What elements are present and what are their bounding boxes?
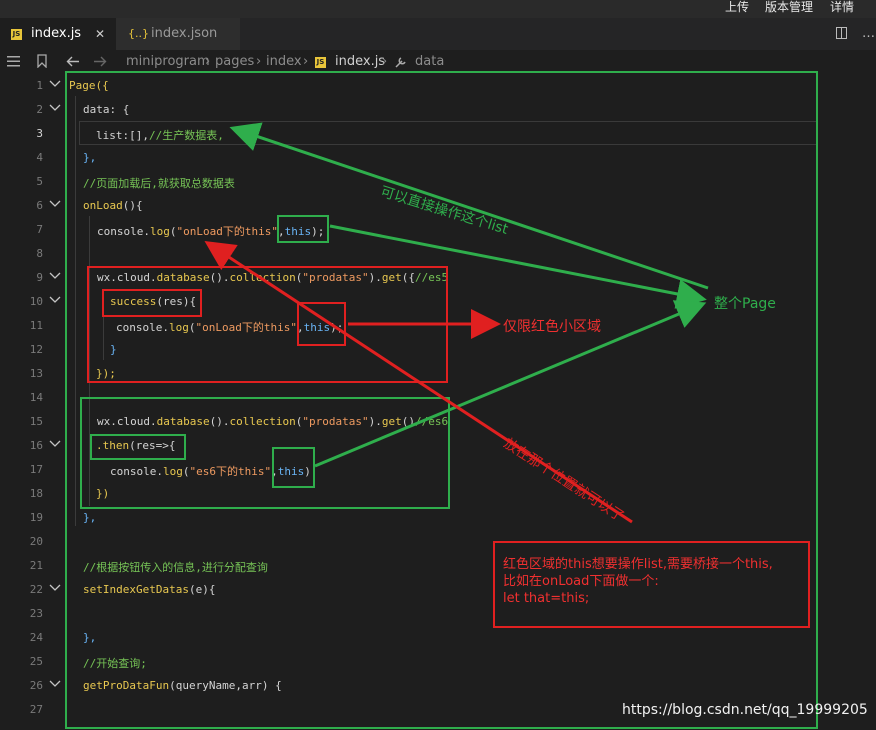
whole-page-annotation: 整个Page — [714, 296, 776, 312]
note-line: 红色区域的this想要操作list,需要桥接一个this, — [503, 557, 773, 572]
explanation-note: 红色区域的this想要操作list,需要桥接一个this, 比如在onLoad下… — [493, 541, 810, 628]
note-line: let that=this; — [503, 591, 590, 606]
green-arrow-onload-page — [329, 224, 707, 309]
note-line: 比如在onLoad下面做一个: — [503, 574, 659, 589]
watermark: https://blog.csdn.net/qq_19999205 — [622, 702, 868, 718]
red-only-annotation: 仅限红色小区域 — [503, 319, 601, 335]
